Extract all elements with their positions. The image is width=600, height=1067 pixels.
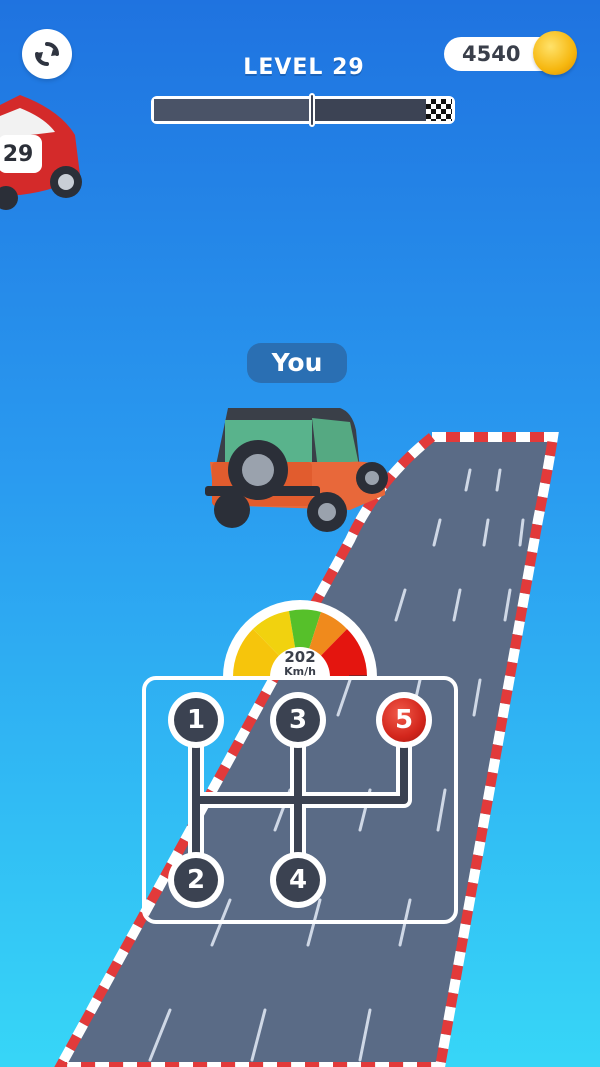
opponent-number: 29 xyxy=(3,142,34,167)
gear-2-button[interactable]: 2 xyxy=(168,852,224,908)
gear-2-label: 2 xyxy=(174,858,218,902)
level-progress-bar xyxy=(151,93,455,127)
gear-1-button[interactable]: 1 xyxy=(168,692,224,748)
gear-4-button[interactable]: 4 xyxy=(270,852,326,908)
progress-marker xyxy=(308,93,315,127)
progress-fill xyxy=(154,99,312,121)
checkered-flag-icon xyxy=(426,99,452,121)
player-label: You xyxy=(247,343,347,383)
coin-icon xyxy=(533,31,577,75)
gear-3-button[interactable]: 3 xyxy=(270,692,326,748)
level-title: LEVEL 29 xyxy=(243,55,365,80)
restart-icon xyxy=(35,42,59,66)
speed-value: 202 xyxy=(284,648,316,666)
opponent-number-plate: 29 xyxy=(3,142,34,167)
gear-5-button[interactable]: 5 xyxy=(376,692,432,748)
gear-4-label: 4 xyxy=(276,858,320,902)
restart-button[interactable] xyxy=(22,29,72,79)
coin-count: 4540 xyxy=(462,42,521,66)
gear-3-label: 3 xyxy=(276,698,320,742)
gear-1-label: 1 xyxy=(174,698,218,742)
gear-5-label: 5 xyxy=(382,698,426,742)
